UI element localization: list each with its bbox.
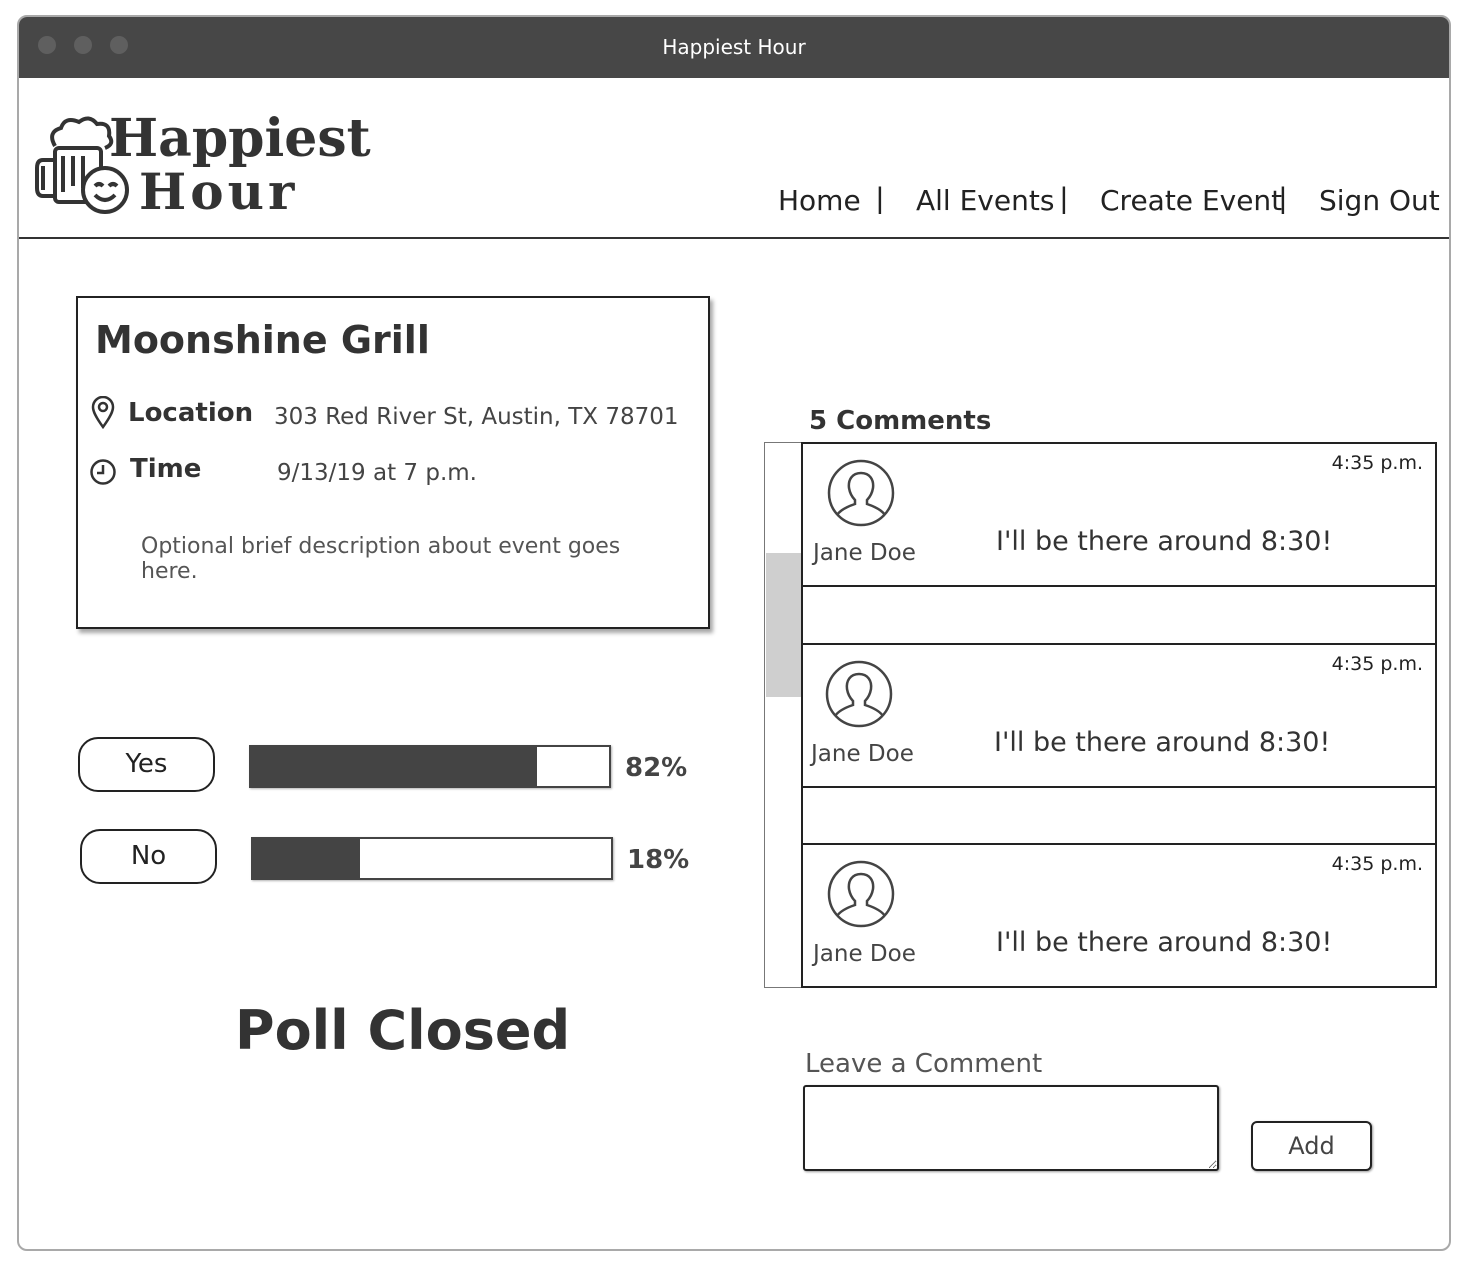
poll-yes-percent: 82% [625,753,688,783]
logo[interactable]: Happiest Hour [33,96,371,221]
poll-yes-bar [249,745,611,788]
event-description: Optional brief description about event g… [141,534,621,584]
comments-heading: 5 Comments [809,406,992,436]
comment-text: I'll be there around 8:30! [996,927,1333,958]
comment-text: I'll be there around 8:30! [994,727,1331,758]
event-name: Moonshine Grill [95,318,430,362]
poll-no-bar [251,837,613,880]
user-avatar-icon [825,660,893,728]
poll-no-button[interactable]: No [80,829,217,884]
comment-item: Jane Doe I'll be there around 8:30! 4:35… [801,643,1437,788]
user-avatar-icon [827,459,895,527]
window-title: Happiest Hour [662,35,806,59]
leave-comment-label: Leave a Comment [805,1049,1043,1079]
app-window: Happiest Hour Happiest Hour Home | All E… [17,15,1451,1251]
logo-text-hour: Hour [139,162,299,221]
poll-no-percent: 18% [627,845,690,875]
nav-separator: | [1060,182,1068,215]
user-avatar-icon [827,860,895,928]
comment-time: 4:35 p.m. [1331,452,1423,474]
comment-item: Jane Doe I'll be there around 8:30! 4:35… [801,442,1437,587]
comments-scrollbar-thumb[interactable] [766,553,802,697]
comments-scrollbar[interactable] [764,442,803,988]
nav-separator: | [1279,182,1287,215]
poll-status: Poll Closed [235,999,571,1062]
location-label: Location [128,398,254,428]
comment-item: Jane Doe I'll be there around 8:30! 4:35… [801,843,1437,988]
nav-separator: | [876,182,884,215]
add-comment-button[interactable]: Add [1251,1121,1372,1171]
comment-author: Jane Doe [811,741,914,767]
location-value: 303 Red River St, Austin, TX 78701 [274,404,679,430]
poll-yes-button[interactable]: Yes [78,737,215,792]
comment-time: 4:35 p.m. [1331,853,1423,875]
nav-all-events[interactable]: All Events [916,184,1054,217]
poll-yes-bar-fill [251,747,538,786]
nav-sign-out[interactable]: Sign Out [1319,184,1440,217]
comment-author: Jane Doe [813,941,916,967]
poll-no-bar-fill [253,839,361,878]
title-bar: Happiest Hour [19,17,1449,78]
comment-author: Jane Doe [813,540,916,566]
comment-text: I'll be there around 8:30! [996,526,1333,557]
comment-time: 4:35 p.m. [1331,653,1423,675]
site-header: Happiest Hour Home | All Events | Create… [19,78,1449,239]
time-label: Time [130,454,202,484]
nav-home[interactable]: Home [778,184,861,217]
nav-create-event[interactable]: Create Event [1100,184,1282,217]
time-value: 9/13/19 at 7 p.m. [277,460,477,486]
event-details-card: Moonshine Grill Location 303 Red River S… [76,296,710,629]
clock-icon [90,459,116,485]
location-pin-icon [91,396,115,430]
logo-text-happiest: Happiest [109,108,371,169]
comment-input[interactable] [803,1085,1219,1171]
comment-divider [801,786,1437,845]
comment-divider [801,585,1437,644]
